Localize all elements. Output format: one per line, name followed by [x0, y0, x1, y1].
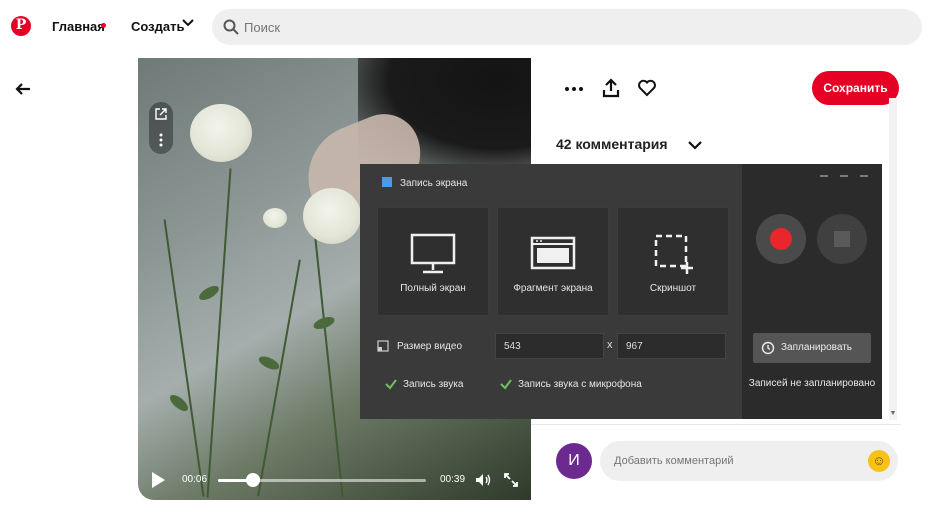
more-vertical-icon[interactable] — [154, 132, 168, 148]
video-size-icon — [377, 340, 389, 352]
video-stem — [314, 238, 344, 498]
emoji-icon[interactable]: ☺ — [868, 450, 890, 472]
play-icon[interactable] — [150, 471, 166, 489]
sound-checkbox-label[interactable]: Запись звука — [403, 379, 463, 390]
divider — [531, 424, 901, 425]
scroll-down-arrow-icon[interactable]: ▼ — [889, 410, 897, 418]
maximize-icon[interactable] — [840, 175, 848, 177]
video-flower — [190, 104, 252, 162]
logo-letter: P — [15, 17, 27, 33]
mic-checkbox-label[interactable]: Запись звука с микрофона — [518, 379, 642, 390]
size-separator: x — [607, 339, 613, 351]
search-input[interactable] — [244, 9, 904, 45]
comment-input[interactable] — [614, 441, 864, 481]
video-stem — [206, 168, 232, 498]
nav-create[interactable]: Создать — [131, 19, 184, 34]
chevron-down-icon[interactable] — [181, 16, 195, 30]
video-height-field[interactable] — [617, 333, 726, 359]
recorder-logo-icon — [382, 177, 392, 187]
back-arrow-icon[interactable] — [13, 79, 33, 99]
avatar[interactable]: И — [556, 443, 592, 479]
record-dot-icon — [770, 228, 792, 250]
video-leaf — [256, 353, 282, 373]
video-controls: 00:06 00:39 — [138, 460, 531, 500]
comments-count[interactable]: 42 комментария — [556, 136, 668, 152]
top-bar: P Главная Создать — [0, 0, 930, 56]
nav-home[interactable]: Главная — [52, 19, 105, 34]
chevron-down-icon[interactable] — [686, 137, 704, 153]
recorder-title: Запись экрана — [400, 178, 468, 189]
record-button[interactable] — [756, 214, 806, 264]
no-schedule-text: Записей не запланировано — [748, 378, 876, 389]
video-width-field[interactable] — [495, 333, 604, 359]
search-bar[interactable] — [212, 9, 922, 45]
open-external-icon[interactable] — [154, 107, 168, 121]
mode-screenshot[interactable]: Скриншот — [617, 207, 729, 316]
save-button[interactable]: Сохранить — [812, 71, 899, 105]
stop-square-icon — [834, 231, 850, 247]
mode-label: Фрагмент экрана — [513, 283, 593, 294]
mic-checkbox-check-icon[interactable] — [500, 378, 512, 390]
current-time: 00:06 — [182, 474, 208, 485]
video-leaf — [196, 283, 222, 303]
clock-icon — [761, 341, 775, 355]
video-leaf — [167, 392, 191, 414]
mode-fragment[interactable]: Фрагмент экрана — [497, 207, 609, 316]
share-upload-icon[interactable] — [602, 78, 620, 98]
window-icon — [530, 236, 576, 270]
video-side-buttons — [149, 102, 173, 154]
video-stem — [163, 219, 205, 497]
minimize-icon[interactable] — [820, 175, 828, 177]
video-flower — [303, 188, 361, 244]
notification-dot — [101, 23, 106, 28]
comment-field[interactable]: ☺ — [600, 441, 898, 481]
schedule-button[interactable]: Запланировать — [753, 333, 871, 363]
duration: 00:39 — [440, 474, 466, 485]
volume-icon[interactable] — [474, 471, 492, 489]
screen-recorder-window: Запись экрана Полный экран Фрагмент экра… — [360, 164, 882, 419]
schedule-label: Запланировать — [781, 342, 852, 353]
more-options-icon[interactable] — [564, 84, 584, 94]
close-icon[interactable] — [860, 175, 868, 177]
video-progress-knob[interactable] — [246, 473, 261, 487]
fullscreen-icon[interactable] — [502, 471, 520, 489]
mode-label: Полный экран — [400, 283, 466, 294]
search-icon — [223, 19, 239, 35]
screenshot-crop-icon — [654, 234, 693, 274]
heart-icon[interactable] — [637, 78, 657, 98]
mode-fullscreen[interactable]: Полный экран — [377, 207, 489, 316]
pinterest-logo-icon[interactable]: P — [11, 16, 31, 36]
monitor-icon — [410, 233, 456, 274]
sound-checkbox-check-icon[interactable] — [385, 378, 397, 390]
mode-label: Скриншот — [649, 283, 697, 294]
stop-button[interactable] — [817, 214, 867, 264]
video-flower — [263, 208, 287, 228]
video-size-label: Размер видео — [397, 341, 463, 352]
panel-scrollbar[interactable] — [889, 98, 897, 420]
